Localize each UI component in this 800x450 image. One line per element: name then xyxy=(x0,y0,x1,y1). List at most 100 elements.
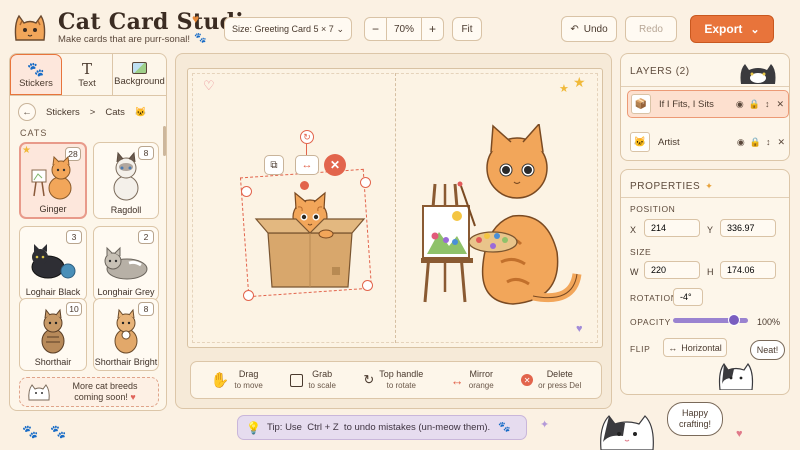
rotate-handle[interactable]: ↻ xyxy=(300,130,314,144)
happy-crafting-bubble: Happy crafting! xyxy=(667,402,723,436)
mirror-icon: ↔ xyxy=(668,342,678,353)
shorthair-cat-icon xyxy=(41,308,65,354)
w-field[interactable] xyxy=(644,261,700,279)
breadcrumb: ← Stickers > Cats 🐱 xyxy=(18,103,147,121)
hint-sub: to scale xyxy=(308,381,336,390)
card-size-dropdown[interactable]: Size: Greeting Card 5 × 7 ⌄ xyxy=(224,17,352,41)
scrollbar[interactable] xyxy=(163,126,166,156)
sticker-card-shorthair-bright[interactable]: 8 Shorthair Bright xyxy=(93,298,159,371)
h-field[interactable] xyxy=(720,261,776,279)
drag-handle-icon[interactable]: ↕ xyxy=(765,99,770,109)
properties-title: PROPERTIES xyxy=(630,181,701,192)
rotation-field[interactable] xyxy=(673,288,703,306)
tab-background[interactable]: Background xyxy=(112,54,166,95)
eye-icon[interactable]: ◉ xyxy=(736,99,744,110)
tab-stickers[interactable]: 🐾 Stickers xyxy=(10,54,62,95)
position-label: POSITION xyxy=(630,204,676,214)
layer-row-box[interactable]: 📦 If I Fits, I Sits ◉ 🔒 ↕ ✕ xyxy=(627,90,789,118)
lock-icon[interactable]: 🔒 xyxy=(749,99,760,110)
breadcrumb-root[interactable]: Stickers xyxy=(46,107,80,118)
hint-sub: orange xyxy=(468,381,494,390)
peeking-cat-icon xyxy=(740,64,776,84)
undo-button[interactable]: ↶ Undo xyxy=(561,16,617,42)
hint-mirror: ↔ Mirror orange xyxy=(451,369,494,391)
sticker-name: Ginger xyxy=(39,204,67,214)
sticker-card-shorthair[interactable]: 10 Shorthair xyxy=(19,298,87,371)
layer-name: If I Fits, I Sits xyxy=(659,98,714,110)
hint-title: Delete xyxy=(546,369,573,379)
zoom-out-button[interactable]: − xyxy=(365,18,387,40)
close-icon[interactable]: ✕ xyxy=(776,99,784,110)
close-icon: ✕ xyxy=(329,158,341,172)
sticker-name: Loghair Black xyxy=(25,287,81,297)
heart-icon: ♥ xyxy=(130,392,136,402)
layers-panel: LAYERS (2) 📦 If I Fits, I Sits ◉ 🔒 ↕ ✕ 🐱… xyxy=(620,53,790,161)
rotate-icon: ↻ xyxy=(363,372,375,387)
hint-sub: or press Del xyxy=(538,381,582,390)
sticker-card-longhair-black[interactable]: 3 Loghair Black xyxy=(19,226,87,301)
flip-horizontal-button[interactable]: ↔ Horizontal xyxy=(663,338,727,357)
hint-drag: ✋ Drag to move xyxy=(211,369,263,391)
hint-sub: to move xyxy=(234,381,263,390)
lock-icon[interactable]: 🔒 xyxy=(750,137,761,148)
properties-panel: PROPERTIES ✦ POSITION X Y SIZE W H ROTAT… xyxy=(620,169,790,395)
drag-handle-icon[interactable]: ↕ xyxy=(766,137,771,147)
export-button[interactable]: Export ⌄ xyxy=(690,15,774,43)
eye-icon[interactable]: ◉ xyxy=(737,137,745,148)
artist-cat-sticker[interactable] xyxy=(413,124,583,314)
flip-label: FLIP xyxy=(630,344,651,354)
zoom-value: 70% xyxy=(393,23,414,35)
paw-icon: 🐾 xyxy=(27,60,45,77)
neat-bubble: Neat! xyxy=(750,340,785,360)
close-icon[interactable]: ✕ xyxy=(777,137,785,148)
sticker-name: Shorthair xyxy=(34,357,72,367)
opacity-slider-thumb[interactable] xyxy=(728,314,740,326)
scale-handle-bl[interactable] xyxy=(243,290,254,301)
delete-button[interactable]: ✕ xyxy=(324,154,346,176)
happy-line1: Happy xyxy=(681,408,708,418)
tip-text: Tip: Use Ctrl + Z to undo mistakes (un-m… xyxy=(266,422,491,433)
star-icon: ★ xyxy=(573,74,586,90)
tip-bar: 💡 Tip: Use Ctrl + Z to undo mistakes (un… xyxy=(237,415,527,440)
sticker-card-ragdoll[interactable]: 8 Ragdoll xyxy=(93,142,159,219)
paw-icon: 🐾 xyxy=(194,33,207,44)
duplicate-button[interactable]: ⧉ xyxy=(264,155,284,175)
cat-in-box-sticker[interactable] xyxy=(248,187,372,291)
promo-card: More cat breeds coming soon! ♥ xyxy=(19,377,159,407)
export-label: Export xyxy=(704,22,743,36)
hint-title: Grab xyxy=(312,369,333,379)
text-icon: T xyxy=(81,60,92,78)
card-fold-line xyxy=(395,73,396,343)
panel-tabs: 🐾 Stickers T Text Background xyxy=(10,54,166,96)
promo-line2: coming soon! ♥ xyxy=(74,392,136,402)
fit-button[interactable]: Fit xyxy=(452,17,482,41)
x-field[interactable] xyxy=(644,219,700,237)
sticker-card-longhair-grey[interactable]: 2 Longhair Grey xyxy=(93,226,159,301)
app-logo xyxy=(10,10,50,44)
zoom-in-button[interactable]: + xyxy=(421,18,443,40)
canvas-area: ♡ ★ ★ ♥ ↻ ⧉ ↔ ✕ ✋ Drag to move Grab to s… xyxy=(175,53,612,409)
y-label: Y xyxy=(707,225,714,235)
card-canvas[interactable]: ♡ ★ ★ ♥ ↻ ⧉ ↔ ✕ xyxy=(187,68,603,348)
scale-icon xyxy=(290,373,304,387)
x-label: X xyxy=(630,225,637,235)
section-title: CATS xyxy=(20,128,48,138)
breadcrumb-current: Cats xyxy=(105,106,125,118)
hint-title: Top handle xyxy=(379,369,424,379)
zoom-control: − 70% + xyxy=(364,17,444,41)
y-field[interactable] xyxy=(720,219,776,237)
sticker-name: Ragdoll xyxy=(110,205,142,215)
opacity-value: 100% xyxy=(757,317,781,327)
back-button[interactable]: ← xyxy=(18,103,36,121)
black-cat-icon xyxy=(31,244,76,279)
h-label: H xyxy=(707,267,714,277)
heart-icon: ♥ xyxy=(736,428,743,440)
redo-button[interactable]: Redo xyxy=(625,16,677,42)
chevron-down-icon: ⌄ xyxy=(336,23,344,34)
layer-row-artist[interactable]: 🐱 Artist ◉ 🔒 ↕ ✕ xyxy=(627,128,789,156)
bright-cat-icon xyxy=(114,308,138,354)
flip-button[interactable]: ↔ xyxy=(295,155,319,175)
hint-rotate: ↻ Top handle to rotate xyxy=(363,369,423,391)
tab-text[interactable]: T Text xyxy=(62,54,112,95)
hint-grab: Grab to scale xyxy=(290,369,336,391)
